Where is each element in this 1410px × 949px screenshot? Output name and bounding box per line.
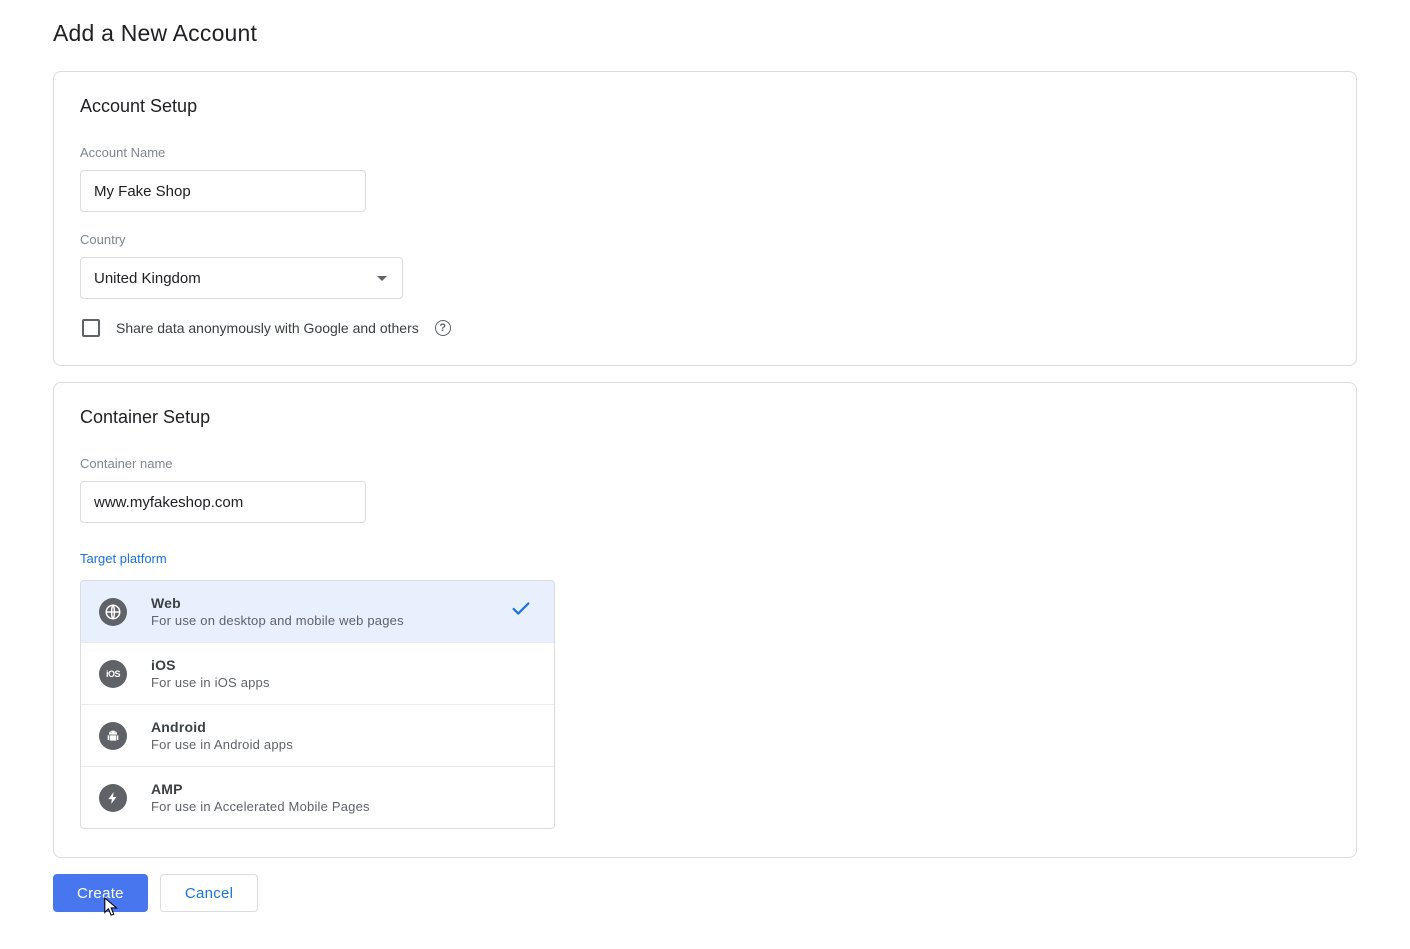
android-icon (99, 722, 127, 750)
share-data-row: Share data anonymously with Google and o… (82, 319, 1330, 337)
account-name-label: Account Name (80, 145, 1330, 160)
platform-option-amp[interactable]: AMP For use in Accelerated Mobile Pages (81, 767, 554, 828)
account-setup-title: Account Setup (80, 96, 1330, 117)
platform-desc: For use in Accelerated Mobile Pages (151, 799, 536, 814)
platform-title: iOS (151, 657, 536, 673)
target-platform-field: Target platform Web For use on desktop a… (80, 551, 1330, 829)
platform-option-web[interactable]: Web For use on desktop and mobile web pa… (81, 581, 554, 643)
platform-option-ios[interactable]: iOS iOS For use in iOS apps (81, 643, 554, 705)
chevron-down-icon (377, 276, 387, 281)
account-name-input[interactable] (80, 170, 366, 212)
container-name-input[interactable] (80, 481, 366, 523)
platform-title: Android (151, 719, 536, 735)
lightning-icon (99, 784, 127, 812)
platform-title: Web (151, 595, 536, 611)
country-value: United Kingdom (94, 270, 201, 287)
create-button[interactable]: Create (53, 874, 148, 912)
share-data-checkbox[interactable] (82, 319, 100, 337)
container-name-label: Container name (80, 456, 1330, 471)
platform-desc: For use on desktop and mobile web pages (151, 613, 536, 628)
platform-list: Web For use on desktop and mobile web pa… (80, 580, 555, 829)
container-name-field: Container name (80, 456, 1330, 523)
check-icon (510, 598, 532, 626)
account-setup-card: Account Setup Account Name Country Unite… (53, 71, 1357, 366)
help-icon[interactable]: ? (435, 320, 451, 336)
platform-option-android[interactable]: Android For use in Android apps (81, 705, 554, 767)
globe-icon (99, 598, 127, 626)
country-label: Country (80, 232, 1330, 247)
target-platform-label: Target platform (80, 551, 1330, 566)
account-name-field: Account Name (80, 145, 1330, 212)
share-data-label: Share data anonymously with Google and o… (116, 320, 419, 336)
country-field: Country United Kingdom (80, 232, 1330, 299)
platform-desc: For use in Android apps (151, 737, 536, 752)
container-setup-card: Container Setup Container name Target pl… (53, 382, 1357, 858)
page-title: Add a New Account (53, 20, 1357, 47)
platform-desc: For use in iOS apps (151, 675, 536, 690)
country-select[interactable]: United Kingdom (80, 257, 403, 299)
ios-icon: iOS (99, 660, 127, 688)
platform-title: AMP (151, 781, 536, 797)
cancel-button[interactable]: Cancel (160, 874, 259, 912)
button-row: Create Cancel (53, 874, 1357, 912)
container-setup-title: Container Setup (80, 407, 1330, 428)
